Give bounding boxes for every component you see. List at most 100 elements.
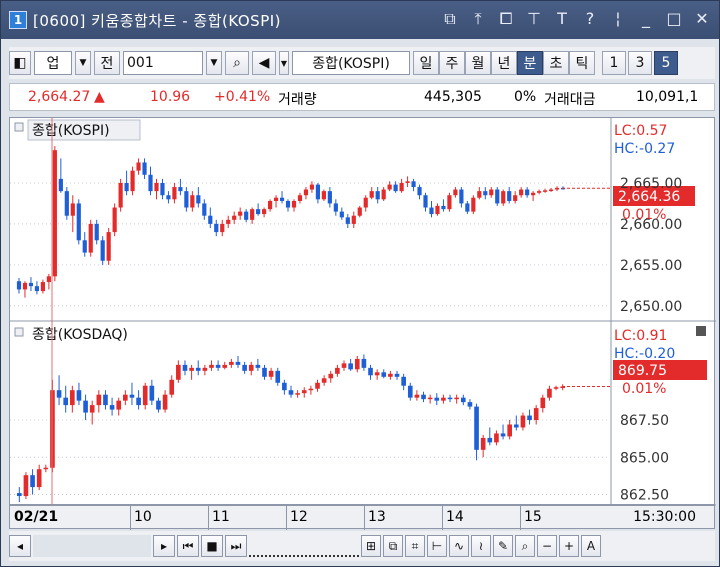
- candle-body: [208, 215, 213, 224]
- candle-body: [531, 192, 536, 196]
- date-label: 02/21: [14, 509, 59, 525]
- candle-body: [405, 181, 410, 183]
- panel-toggle-icon[interactable]: ◧: [9, 51, 31, 75]
- code-input[interactable]: 001: [123, 51, 203, 75]
- candle-body: [176, 364, 181, 380]
- layout-icon[interactable]: ⊞: [361, 535, 381, 557]
- candle-body: [315, 184, 320, 200]
- search-icon[interactable]: ⌕: [225, 51, 249, 75]
- scroll-track[interactable]: [33, 535, 151, 557]
- candle-body: [321, 378, 327, 383]
- candle-body: [244, 211, 249, 220]
- scroll-left-icon[interactable]: ◂: [9, 535, 31, 557]
- restore-icon[interactable]: ⧉: [441, 9, 459, 29]
- trend-icon[interactable]: ∿: [449, 535, 469, 557]
- kospi-panel-handle[interactable]: [14, 122, 24, 132]
- code-dropdown-icon[interactable]: ▼: [206, 51, 222, 75]
- minimize-icon[interactable]: _: [637, 9, 655, 29]
- stop-icon[interactable]: ■: [201, 535, 223, 557]
- minus-icon[interactable]: −: [537, 535, 557, 557]
- prev-button[interactable]: 전: [94, 51, 120, 75]
- chart-window: 1 [0600] 키움종합차트 - 종합(KOSPI) ⧉ ⤒ ⧠ ⊤ T ? …: [0, 0, 720, 567]
- candle-body: [238, 211, 243, 216]
- candle-body: [441, 205, 446, 210]
- zoom-icon[interactable]: ⌕: [515, 535, 535, 557]
- kospi-hc-label: HC:-0.27: [614, 141, 675, 157]
- rewind-icon[interactable]: ⏮: [177, 535, 199, 557]
- interval-button-0[interactable]: 1: [602, 51, 626, 75]
- kosdaq-lc-label: LC:0.91: [614, 328, 667, 344]
- candle-body: [189, 367, 194, 371]
- forward-icon[interactable]: ⏭: [225, 535, 247, 557]
- candle-body: [495, 189, 500, 204]
- copy-icon[interactable]: ⧠: [497, 9, 515, 29]
- interval-button-2[interactable]: 5: [654, 51, 678, 75]
- help-icon[interactable]: ?: [581, 9, 599, 29]
- close-icon[interactable]: ✕: [693, 9, 711, 29]
- candle-body: [540, 397, 546, 409]
- candle-body: [288, 390, 294, 395]
- separator-icon: ¦: [615, 9, 621, 28]
- pin-icon[interactable]: ⤒: [469, 9, 487, 29]
- kosdaq-panel-handle[interactable]: [14, 327, 24, 337]
- crosshair-icon[interactable]: ⊢: [427, 535, 447, 557]
- candle-body: [308, 388, 314, 391]
- candle-body: [393, 184, 398, 192]
- pen-icon[interactable]: ✎: [493, 535, 513, 557]
- period-button-6[interactable]: 틱: [569, 51, 595, 75]
- candle-body: [142, 385, 148, 406]
- candle-body: [250, 209, 255, 220]
- candle-body: [30, 475, 35, 488]
- close-panel-icon[interactable]: [696, 326, 706, 336]
- candle-body: [76, 390, 82, 401]
- font-icon[interactable]: A: [581, 535, 601, 557]
- candle-body: [215, 364, 221, 368]
- quote-bar: 2,664.27 ▲ 10.96 +0.41% 거래량 445,305 0% 거…: [9, 83, 715, 111]
- period-button-0[interactable]: 일: [413, 51, 439, 75]
- candle-body: [273, 197, 279, 201]
- period-button-1[interactable]: 주: [439, 51, 465, 75]
- candle-body: [434, 397, 440, 401]
- market-type-select[interactable]: 업: [34, 51, 72, 75]
- candle-body: [477, 191, 482, 198]
- candle-body: [214, 223, 219, 233]
- candle-body: [414, 394, 420, 398]
- candle-body: [547, 388, 552, 398]
- period-button-3[interactable]: 년: [491, 51, 517, 75]
- time-tick-mark: [130, 506, 131, 530]
- zoom-slider[interactable]: [249, 535, 359, 557]
- candle-body: [172, 187, 177, 200]
- period-button-2[interactable]: 월: [465, 51, 491, 75]
- candle-body: [89, 405, 95, 413]
- play-icon[interactable]: ▸: [153, 535, 175, 557]
- period-button-5[interactable]: 초: [543, 51, 569, 75]
- chart-area[interactable]: 종합(KOSPI) LC:0.57 HC:-0.27 2,664.36 0.01…: [9, 117, 716, 506]
- text-icon[interactable]: T: [553, 9, 571, 29]
- candle-body: [279, 197, 285, 201]
- speaker-icon[interactable]: ◀: [252, 51, 276, 75]
- title-controls: ⧉ ⤒ ⧠ ⊤ T ? ¦ _ □ ✕: [441, 9, 711, 29]
- wave-icon[interactable]: ≀: [471, 535, 491, 557]
- chart-svg: 종합(KOSPI) LC:0.57 HC:-0.27 2,664.36 0.01…: [10, 118, 716, 506]
- candle-body: [202, 203, 207, 216]
- maximize-icon[interactable]: □: [665, 9, 683, 29]
- chevron-down-icon[interactable]: ▼: [75, 51, 91, 75]
- chart-icon[interactable]: ⌗: [405, 535, 425, 557]
- interval-button-1[interactable]: 3: [628, 51, 652, 75]
- candle-body: [195, 367, 201, 371]
- window-icon[interactable]: ⧉: [383, 535, 403, 557]
- candle-body: [64, 191, 69, 216]
- candle-body: [248, 364, 254, 371]
- title-bar[interactable]: 1 [0600] 키움종합차트 - 종합(KOSPI) ⧉ ⤒ ⧠ ⊤ T ? …: [1, 1, 719, 39]
- candle-body: [348, 363, 353, 370]
- candle-body: [339, 211, 344, 218]
- plus-icon[interactable]: +: [559, 535, 579, 557]
- period-button-4[interactable]: 분: [517, 51, 543, 75]
- time-tick-label: 13: [368, 509, 386, 525]
- candle-body: [124, 182, 129, 192]
- candle-body: [196, 195, 201, 204]
- pin-down-icon[interactable]: ⊤: [525, 9, 543, 29]
- candle-body: [333, 203, 338, 212]
- speaker-dropdown-icon[interactable]: ▼: [279, 51, 289, 75]
- candle-body: [136, 397, 141, 406]
